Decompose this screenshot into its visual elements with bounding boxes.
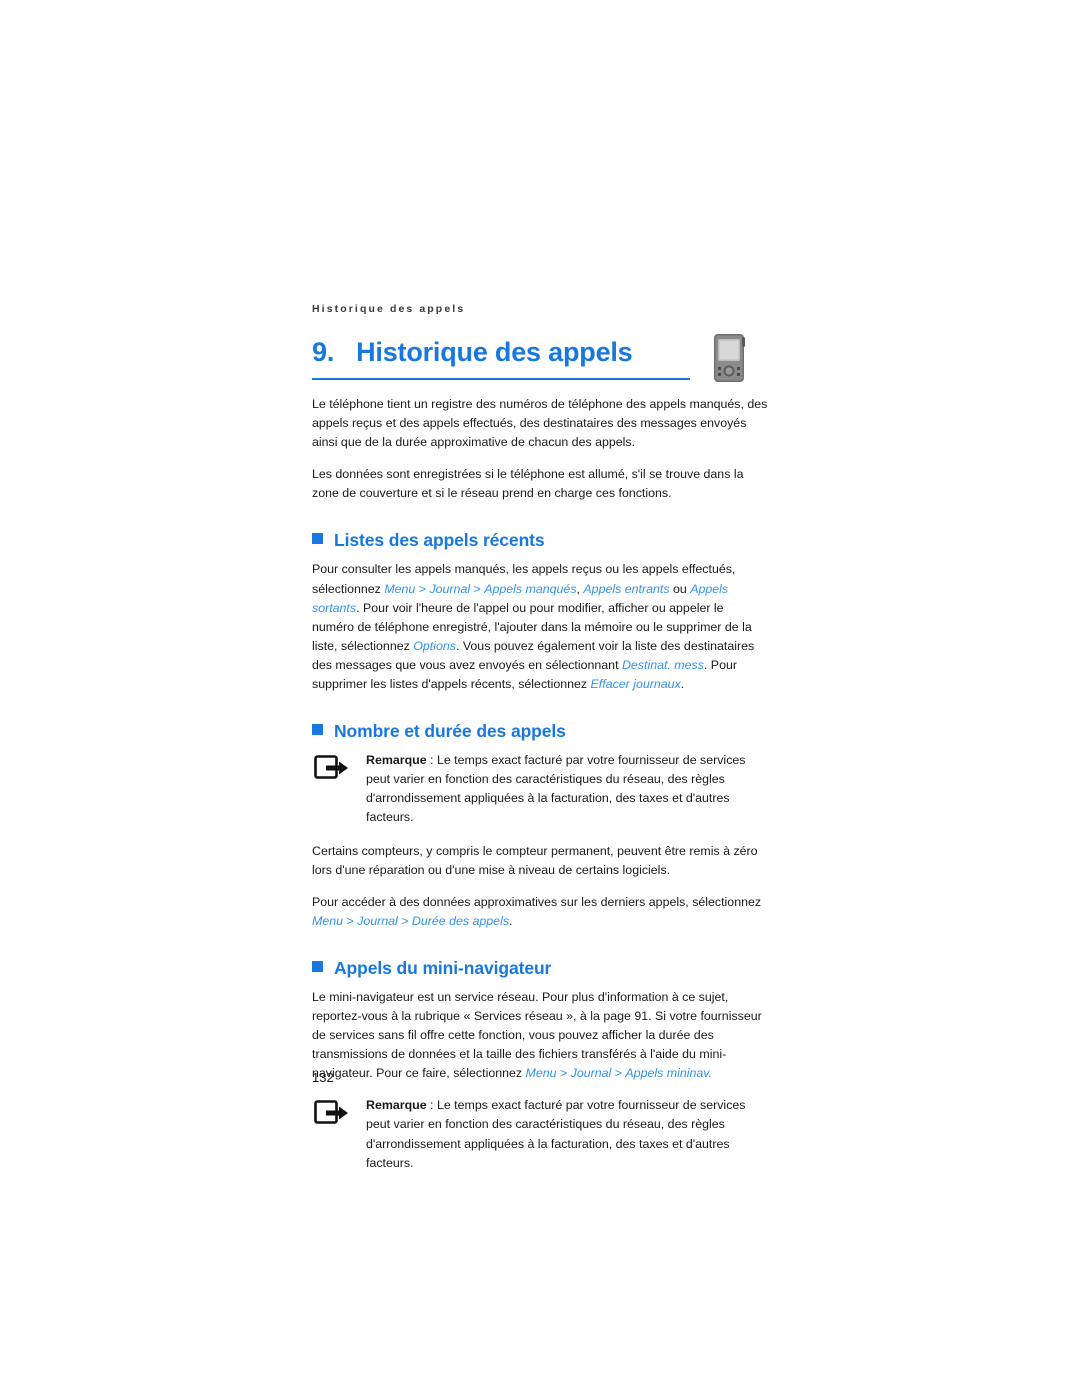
note-separator: : — [426, 1098, 437, 1113]
separator: > — [343, 913, 358, 928]
link-journal[interactable]: Journal — [429, 582, 470, 596]
section-heading-count-duration: Nombre et durée des appels — [312, 720, 768, 742]
separator: > — [470, 581, 485, 596]
link-journal[interactable]: Journal — [357, 914, 398, 928]
text-fragment: . — [680, 677, 685, 692]
separator: > — [415, 581, 430, 596]
note-separator: : — [426, 753, 437, 768]
link-call-duration[interactable]: Durée des appels — [412, 914, 509, 928]
link-message-recipients[interactable]: Destinat. mess — [622, 658, 704, 672]
section-heading-mini-browser-label: Appels du mini-navigateur — [334, 957, 552, 978]
link-journal[interactable]: Journal — [571, 1066, 612, 1080]
note-block-count-duration: Remarque : Le temps exact facturé par vo… — [312, 751, 768, 827]
text-fragment: . — [509, 913, 513, 928]
section-heading-recent-calls-label: Listes des appels récents — [334, 530, 545, 551]
separator: > — [556, 1066, 571, 1081]
running-head: Historique des appels — [312, 303, 466, 315]
note-text: Remarque : Le temps exact facturé par vo… — [366, 1096, 768, 1172]
note-label: Remarque — [366, 1098, 427, 1113]
link-options[interactable]: Options — [413, 639, 456, 653]
square-bullet-icon — [312, 960, 323, 972]
note-block-mini-browser: Remarque : Le temps exact facturé par vo… — [312, 1096, 768, 1172]
chapter-header: 9. Historique des appels — [312, 334, 768, 395]
page-number: 132 — [312, 1070, 334, 1085]
mobile-phone-icon — [710, 332, 750, 386]
page-title: 9. Historique des appels — [312, 337, 633, 368]
link-menu[interactable]: Menu — [384, 582, 415, 596]
section-heading-recent-calls: Listes des appels récents — [312, 529, 768, 551]
mini-browser-paragraph: Le mini-navigateur est un service réseau… — [312, 988, 768, 1083]
section-heading-mini-browser: Appels du mini-navigateur — [312, 957, 768, 979]
note-text: Remarque : Le temps exact facturé par vo… — [366, 751, 768, 827]
separator: > — [611, 1066, 626, 1081]
note-arrow-icon — [314, 755, 350, 781]
intro-paragraph-1: Le téléphone tient un registre des numér… — [312, 397, 768, 450]
chapter-title-text: Historique des appels — [356, 337, 633, 367]
link-missed-calls[interactable]: Appels manqués — [484, 582, 576, 596]
separator: > — [397, 913, 412, 928]
note-arrow-icon — [314, 1100, 350, 1126]
page-content: Historique des appels 9. Historique des a… — [312, 303, 768, 1187]
note-label: Remarque — [366, 753, 427, 768]
section-heading-count-duration-label: Nombre et durée des appels — [334, 721, 566, 742]
text-fragment: Pour accéder à des données approximative… — [312, 894, 762, 909]
count-duration-paragraph-1: Certains compteurs, y compris le compteu… — [312, 843, 758, 877]
square-bullet-icon — [312, 724, 323, 736]
chapter-number: 9. — [312, 337, 335, 367]
recent-calls-paragraph: Pour consulter les appels manqués, les a… — [312, 560, 768, 694]
link-mininav-calls[interactable]: Appels mininav. — [625, 1066, 712, 1080]
title-divider — [312, 378, 690, 380]
intro-paragraph-2: Les données sont enregistrées si le télé… — [312, 467, 744, 501]
text-fragment: ou — [669, 581, 691, 596]
link-clear-logs[interactable]: Effacer journaux — [591, 677, 681, 691]
square-bullet-icon — [312, 533, 323, 545]
count-duration-paragraph-2: Pour accéder à des données approximative… — [312, 893, 768, 931]
link-menu[interactable]: Menu — [312, 914, 343, 928]
manual-page: Historique des appels 9. Historique des a… — [0, 0, 1080, 1397]
link-incoming-calls[interactable]: Appels entrants — [583, 582, 669, 596]
link-menu[interactable]: Menu — [526, 1066, 557, 1080]
